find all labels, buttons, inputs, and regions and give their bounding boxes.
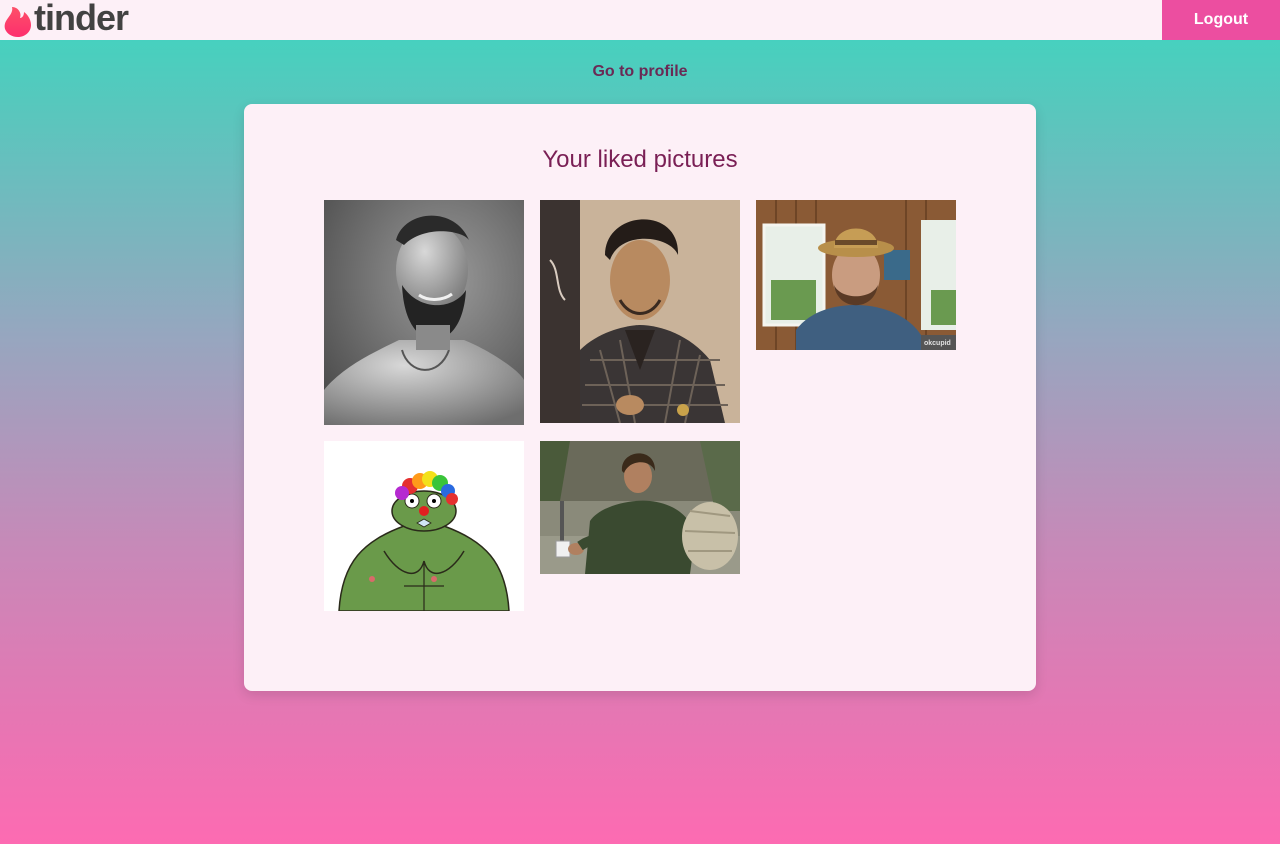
flame-icon <box>4 7 31 37</box>
liked-picture-5-image <box>540 441 740 574</box>
liked-picture-5[interactable] <box>540 441 740 574</box>
liked-picture-2-image <box>540 200 740 423</box>
liked-picture-2[interactable] <box>540 200 740 423</box>
go-to-profile-link[interactable]: Go to profile <box>0 62 1280 82</box>
top-bar: tinder Logout <box>0 0 1280 40</box>
okcupid-watermark: okcupid <box>924 340 951 347</box>
tinder-logo[interactable]: tinder <box>4 0 129 38</box>
liked-picture-4[interactable] <box>324 441 524 611</box>
liked-picture-3[interactable]: okcupid <box>756 200 956 350</box>
liked-picture-1[interactable] <box>324 200 524 425</box>
liked-pictures-card: Your liked pictures okcupid <box>244 104 1036 691</box>
page-title: Your liked pictures <box>542 146 738 173</box>
liked-picture-4-image <box>324 441 524 611</box>
logout-button[interactable]: Logout <box>1162 0 1280 40</box>
liked-picture-1-image <box>324 200 524 425</box>
liked-picture-3-image: okcupid <box>756 200 956 350</box>
logo-text: tinder <box>34 0 129 38</box>
